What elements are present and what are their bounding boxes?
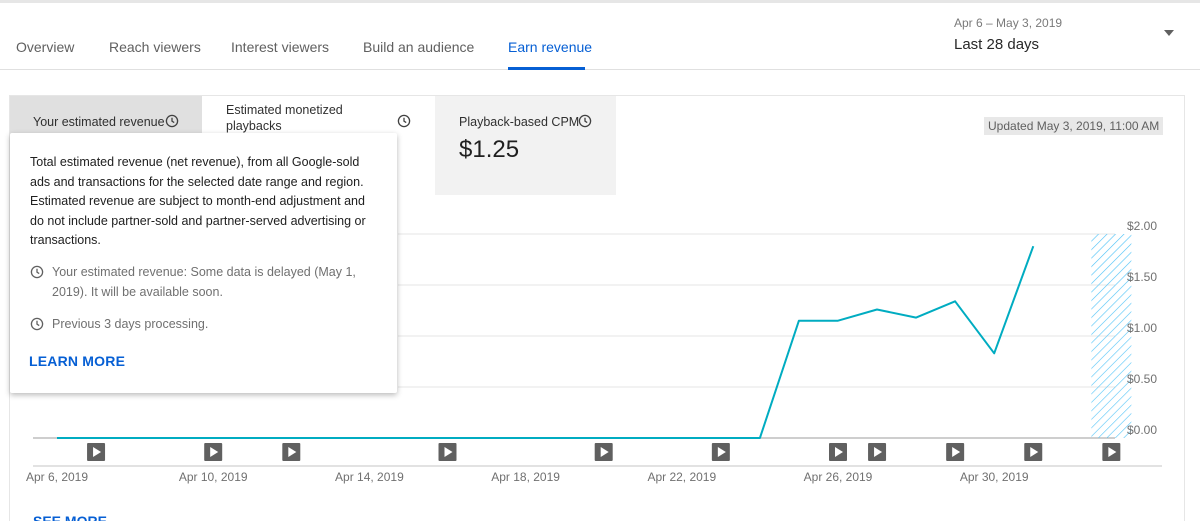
- video-marker-play-icon[interactable]: [438, 443, 457, 461]
- clock-icon[interactable]: [165, 114, 179, 128]
- video-marker-play-icon[interactable]: [1102, 443, 1121, 461]
- y-tick-label: $0.00: [1127, 423, 1157, 437]
- metric-value: $1.25: [459, 136, 520, 163]
- tab-reach-viewers[interactable]: Reach viewers: [109, 39, 201, 55]
- clock-icon: [30, 265, 44, 279]
- tab-interest-viewers[interactable]: Interest viewers: [231, 39, 329, 55]
- video-marker-play-icon[interactable]: [87, 443, 106, 461]
- x-tick-label: Apr 26, 2019: [804, 470, 873, 484]
- y-tick-label: $1.50: [1127, 270, 1157, 284]
- metric-label: Your estimated revenue: [33, 115, 165, 129]
- tooltip-note-delayed: Your estimated revenue: Some data is del…: [30, 262, 380, 302]
- see-more-link[interactable]: SEE MORE: [33, 513, 107, 521]
- x-tick-label: Apr 14, 2019: [335, 470, 404, 484]
- date-range-label: Last 28 days: [954, 36, 1040, 53]
- tab-build-audience[interactable]: Build an audience: [363, 39, 474, 55]
- video-marker-play-icon[interactable]: [594, 443, 613, 461]
- tooltip-note-text: Your estimated revenue: Some data is del…: [52, 265, 356, 299]
- tooltip-note-text: Previous 3 days processing.: [52, 317, 209, 331]
- active-tab-indicator: [508, 67, 585, 70]
- video-marker-play-icon[interactable]: [204, 443, 223, 461]
- tooltip-note-processing: Previous 3 days processing.: [30, 314, 380, 334]
- y-tick-label: $0.50: [1127, 372, 1157, 386]
- x-tick-label: Apr 10, 2019: [179, 470, 248, 484]
- metric-info-tooltip: Total estimated revenue (net revenue), f…: [10, 133, 397, 393]
- processing-period-hatch: [1091, 234, 1132, 438]
- tooltip-description: Total estimated revenue (net revenue), f…: [30, 155, 366, 247]
- clock-icon[interactable]: [397, 114, 411, 128]
- y-tick-label: $1.00: [1127, 321, 1157, 335]
- video-marker-play-icon[interactable]: [946, 443, 965, 461]
- tab-overview[interactable]: Overview: [16, 39, 74, 55]
- metric-tab-playback-cpm[interactable]: Playback-based CPM $1.25: [435, 96, 616, 195]
- x-tick-label: Apr 6, 2019: [26, 470, 88, 484]
- updated-timestamp: Updated May 3, 2019, 11:00 AM: [984, 117, 1164, 135]
- x-tick-label: Apr 18, 2019: [491, 470, 560, 484]
- x-tick-label: Apr 22, 2019: [647, 470, 716, 484]
- dropdown-arrow-icon[interactable]: [1164, 30, 1174, 36]
- video-marker-play-icon[interactable]: [282, 443, 301, 461]
- video-marker-play-icon[interactable]: [868, 443, 887, 461]
- date-range-picker[interactable]: Apr 6 – May 3, 2019 Last 28 days: [954, 16, 1184, 60]
- video-marker-play-icon[interactable]: [711, 443, 730, 461]
- metric-label: Playback-based CPM: [459, 115, 580, 129]
- metric-tab-estimated-revenue[interactable]: Your estimated revenue: [10, 96, 202, 138]
- metric-label: Estimated monetized playbacks: [226, 103, 343, 133]
- tab-earn-revenue[interactable]: Earn revenue: [508, 39, 592, 55]
- clock-icon: [30, 317, 44, 331]
- video-marker-play-icon[interactable]: [1024, 443, 1043, 461]
- learn-more-link[interactable]: LEARN MORE: [29, 353, 125, 369]
- x-tick-label: Apr 30, 2019: [960, 470, 1029, 484]
- metric-tab-monetized-playbacks[interactable]: Estimated monetized playbacks: [202, 96, 434, 138]
- y-tick-label: $2.00: [1127, 219, 1157, 233]
- date-range-dates: Apr 6 – May 3, 2019: [954, 16, 1063, 30]
- clock-icon[interactable]: [578, 114, 592, 128]
- video-marker-play-icon[interactable]: [829, 443, 847, 461]
